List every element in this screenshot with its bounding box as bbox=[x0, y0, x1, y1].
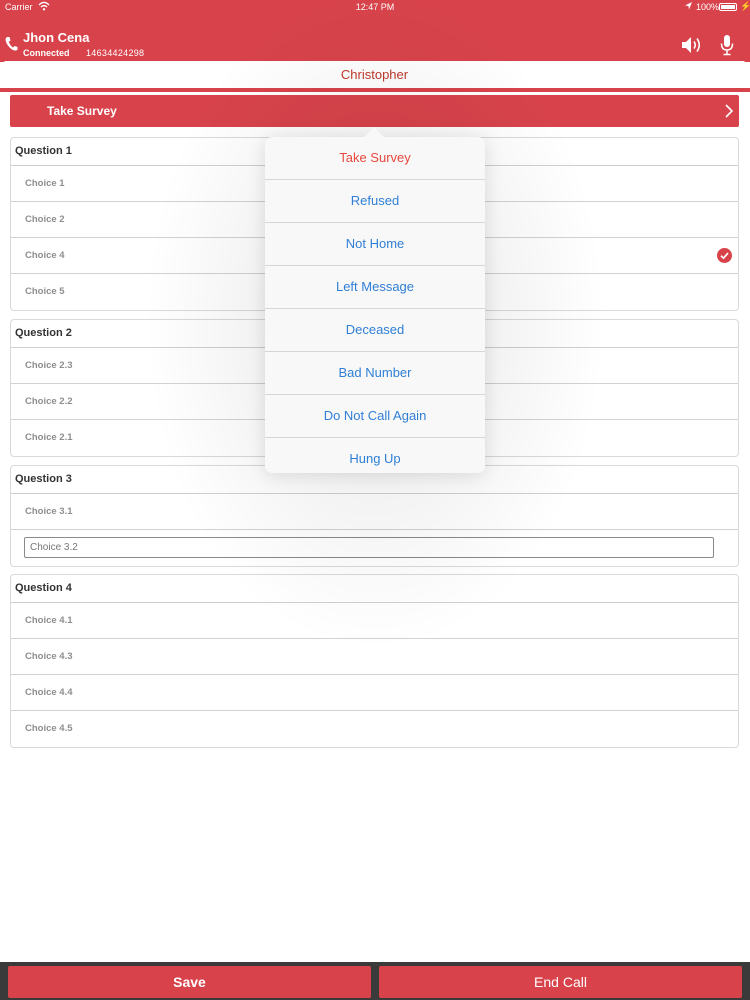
choice-label: Choice 5 bbox=[25, 286, 65, 297]
contact-name-bar: Christopher bbox=[3, 61, 746, 88]
chevron-right-icon bbox=[725, 104, 734, 118]
speaker-icon[interactable] bbox=[680, 35, 704, 55]
survey-selector-label: Take Survey bbox=[47, 104, 117, 118]
choice-label: Choice 2.3 bbox=[25, 360, 73, 371]
popover-option-left-message[interactable]: Left Message bbox=[265, 266, 485, 309]
text-answer-input[interactable] bbox=[24, 537, 714, 558]
battery-percent: 100% bbox=[696, 2, 720, 12]
microphone-icon[interactable] bbox=[719, 34, 735, 56]
phone-icon bbox=[5, 37, 18, 51]
choice-option[interactable]: Choice 4.1 bbox=[11, 603, 738, 639]
header-divider bbox=[0, 88, 750, 92]
choice-option[interactable]: Choice 4.4 bbox=[11, 675, 738, 711]
call-status: Connected bbox=[23, 48, 70, 58]
battery-icon bbox=[719, 3, 737, 11]
popover-option-refused[interactable]: Refused bbox=[265, 180, 485, 223]
status-bar: Carrier 12:47 PM 100% ⚡ bbox=[0, 0, 750, 16]
text-answer-row bbox=[11, 530, 738, 566]
choice-label: Choice 4.1 bbox=[25, 615, 73, 626]
choice-label: Choice 2.2 bbox=[25, 396, 73, 407]
popover-option-take-survey[interactable]: Take Survey bbox=[265, 137, 485, 180]
charging-icon: ⚡ bbox=[740, 1, 750, 11]
popover-option-hung-up[interactable]: Hung Up bbox=[265, 438, 485, 480]
choice-label: Choice 2 bbox=[25, 214, 65, 225]
choice-label: Choice 3.1 bbox=[25, 506, 73, 517]
location-icon bbox=[685, 2, 692, 10]
choice-label: Choice 4 bbox=[25, 250, 65, 261]
choice-label: Choice 4.5 bbox=[25, 723, 73, 734]
clock: 12:47 PM bbox=[355, 2, 395, 12]
choice-label: Choice 2.1 bbox=[25, 432, 73, 443]
popover-option-bad-number[interactable]: Bad Number bbox=[265, 352, 485, 395]
popover-option-deceased[interactable]: Deceased bbox=[265, 309, 485, 352]
question-card-4: Question 4 Choice 4.1 Choice 4.3 Choice … bbox=[10, 574, 739, 748]
question-title: Question 4 bbox=[11, 575, 738, 603]
bottom-action-bar: Save End Call bbox=[0, 962, 750, 1000]
call-header: Jhon Cena Connected 14634424298 bbox=[0, 16, 750, 62]
end-call-button[interactable]: End Call bbox=[379, 966, 742, 998]
choice-label: Choice 4.4 bbox=[25, 687, 73, 698]
caller-name: Jhon Cena bbox=[23, 30, 90, 45]
disposition-popover: Take Survey Refused Not Home Left Messag… bbox=[265, 127, 485, 473]
choice-option[interactable]: Choice 3.1 bbox=[11, 494, 738, 530]
save-button[interactable]: Save bbox=[8, 966, 371, 998]
survey-disposition-selector[interactable]: Take Survey bbox=[10, 95, 739, 127]
question-card-3: Question 3 Choice 3.1 bbox=[10, 465, 739, 567]
popover-option-do-not-call-again[interactable]: Do Not Call Again bbox=[265, 395, 485, 438]
choice-option[interactable]: Choice 4.3 bbox=[11, 639, 738, 675]
checkmark-icon bbox=[717, 248, 732, 263]
caller-number: 14634424298 bbox=[86, 48, 145, 58]
choice-label: Choice 1 bbox=[25, 178, 65, 189]
choice-label: Choice 4.3 bbox=[25, 651, 73, 662]
popover-option-not-home[interactable]: Not Home bbox=[265, 223, 485, 266]
choice-option[interactable]: Choice 4.5 bbox=[11, 711, 738, 747]
